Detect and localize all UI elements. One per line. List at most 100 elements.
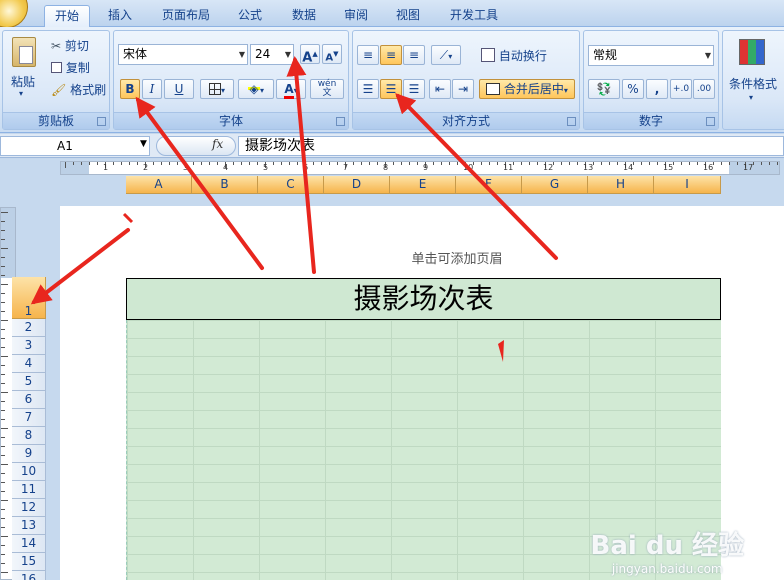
column-header-f[interactable]: F (456, 176, 522, 194)
align-top-button[interactable]: ≡ (357, 45, 379, 65)
merged-title-cell[interactable]: 摄影场次表 (126, 278, 721, 320)
borders-button[interactable]: ▾ (200, 79, 234, 99)
paste-dropdown-icon[interactable]: ▾ (19, 89, 23, 98)
row-header-7[interactable]: 7 (12, 409, 46, 427)
increase-decimal-button[interactable]: +.0 (670, 79, 692, 99)
merge-center-button[interactable]: 合并后居中▾ (479, 79, 575, 99)
align-center-button[interactable]: ☰ (380, 79, 402, 99)
name-box[interactable]: A1 (0, 136, 150, 156)
row-header-10[interactable]: 10 (12, 463, 46, 481)
page-header-hint[interactable]: 单击可添加页眉 (60, 248, 784, 267)
conditional-format-icon[interactable] (739, 39, 765, 65)
alignment-launcher-icon[interactable] (567, 117, 576, 126)
number-group: 常规 ▼ 💱 % , +.0 .00 数字 (583, 30, 719, 130)
conditional-format-button[interactable]: 条件格式 (729, 75, 777, 92)
column-header-h[interactable]: H (588, 176, 654, 194)
tab-data[interactable]: 数据 (284, 5, 324, 27)
font-size-combo[interactable]: 24 ▼ (250, 44, 294, 65)
row-header-5[interactable]: 5 (12, 373, 46, 391)
row-header-13[interactable]: 13 (12, 517, 46, 535)
font-name-combo[interactable]: 宋体 ▼ (118, 44, 248, 65)
number-format-combo[interactable]: 常规 ▼ (588, 45, 714, 66)
ruler-number: 11 (503, 163, 514, 172)
orientation-button[interactable]: ⟋▾ (431, 45, 461, 65)
accounting-format-button[interactable]: 💱 (588, 79, 620, 99)
insert-function-icon[interactable]: fx (212, 137, 223, 151)
cut-button[interactable]: ✂ 剪切 (51, 37, 89, 54)
formula-bar: A1 ▼ fx 摄影场次表 (0, 134, 784, 158)
row-header-1[interactable]: 1 (12, 277, 46, 319)
row-header-16[interactable]: 16 (12, 571, 46, 580)
office-button[interactable] (0, 0, 28, 28)
horizontal-ruler[interactable]: 1 2 3 4 5 6 7 8 9 10 11 12 13 14 15 16 17 (60, 161, 780, 175)
ruler-number: 6 (303, 163, 309, 172)
ruler-number: 9 (423, 163, 429, 172)
row-header-11[interactable]: 11 (12, 481, 46, 499)
column-header-i[interactable]: I (654, 176, 721, 194)
conditional-dropdown-icon[interactable]: ▾ (749, 93, 753, 102)
underline-button[interactable]: U (164, 79, 194, 99)
paste-button[interactable]: 粘贴 (11, 73, 35, 90)
row-header-15[interactable]: 15 (12, 553, 46, 571)
tab-page-layout[interactable]: 页面布局 (154, 5, 218, 27)
row-header-8[interactable]: 8 (12, 427, 46, 445)
tab-formulas[interactable]: 公式 (230, 5, 270, 27)
row-header-9[interactable]: 9 (12, 445, 46, 463)
row-header-14[interactable]: 14 (12, 535, 46, 553)
grow-font-button[interactable]: A▲ (300, 44, 320, 65)
tab-view[interactable]: 视图 (388, 5, 428, 27)
comma-button[interactable]: , (646, 79, 668, 99)
column-header-b[interactable]: B (192, 176, 258, 194)
border-grid-icon (208, 83, 221, 95)
paste-icon[interactable] (12, 37, 36, 67)
copy-button[interactable]: 复制 (51, 59, 90, 76)
font-launcher-icon[interactable] (336, 117, 345, 126)
italic-button[interactable]: I (142, 79, 162, 99)
column-header-a[interactable]: A (126, 176, 192, 194)
align-center-icon: ☰ (385, 82, 397, 96)
chevron-down-icon: ▼ (284, 50, 291, 59)
ruler-number: 10 (463, 163, 474, 172)
column-header-d[interactable]: D (324, 176, 390, 194)
clipboard-launcher-icon[interactable] (97, 117, 106, 126)
align-bottom-icon: ≡ (408, 48, 420, 62)
row-header-3[interactable]: 3 (12, 337, 46, 355)
ruler-number: 5 (263, 163, 269, 172)
align-bottom-button[interactable]: ≡ (403, 45, 425, 65)
decrease-indent-button[interactable]: ⇤ (429, 79, 451, 99)
column-header-e[interactable]: E (390, 176, 456, 194)
increase-indent-button[interactable]: ⇥ (452, 79, 474, 99)
font-group-label: 字体 (114, 112, 348, 129)
tab-home[interactable]: 开始 (44, 5, 90, 28)
align-left-button[interactable]: ☰ (357, 79, 379, 99)
chevron-down-icon: ▼ (704, 51, 711, 60)
row-header-2[interactable]: 2 (12, 319, 46, 337)
tab-insert[interactable]: 插入 (100, 5, 140, 27)
brush-icon: 🖌 (51, 83, 67, 97)
align-middle-button[interactable]: ≡ (380, 45, 402, 65)
row-header-12[interactable]: 12 (12, 499, 46, 517)
align-right-icon: ☰ (408, 82, 420, 96)
column-header-g[interactable]: G (522, 176, 588, 194)
phonetic-button[interactable]: wén 文 (310, 79, 344, 99)
tab-review[interactable]: 审阅 (336, 5, 376, 27)
clipboard-group: 粘贴 ▾ ✂ 剪切 复制 🖌 格式刷 剪贴板 (2, 30, 110, 130)
shrink-font-button[interactable]: A▼ (322, 44, 342, 64)
font-color-button[interactable]: A▾ (276, 79, 306, 99)
format-painter-button[interactable]: 🖌 格式刷 (51, 81, 106, 98)
row-header-6[interactable]: 6 (12, 391, 46, 409)
percent-button[interactable]: % (622, 79, 644, 99)
decrease-decimal-button[interactable]: .00 (693, 79, 715, 99)
chevron-down-icon[interactable]: ▼ (140, 139, 147, 149)
wrap-text-icon (481, 48, 495, 62)
wrap-text-button[interactable]: 自动换行 (481, 47, 547, 64)
fill-color-button[interactable]: ◈▾ (238, 79, 274, 99)
sheet-page: 单击可添加页眉 摄影场次表 (60, 206, 784, 580)
align-right-button[interactable]: ☰ (403, 79, 425, 99)
column-header-c[interactable]: C (258, 176, 324, 194)
tab-developer[interactable]: 开发工具 (442, 5, 506, 27)
number-launcher-icon[interactable] (706, 117, 715, 126)
bold-button[interactable]: B (120, 79, 140, 99)
formula-input[interactable]: 摄影场次表 (238, 136, 784, 156)
row-header-4[interactable]: 4 (12, 355, 46, 373)
